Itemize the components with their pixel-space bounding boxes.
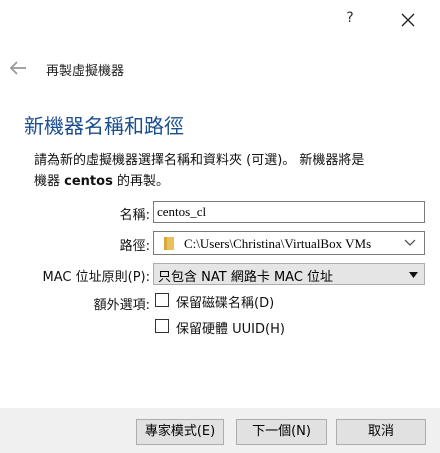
wizard-header: 再製虛擬機器 — [0, 52, 440, 84]
wizard-title: 再製虛擬機器 — [46, 64, 125, 79]
page-description: 請為新的虛擬機器選擇名稱和資料夾 (可選)。 新機器將是 機器 centos 的… — [34, 150, 424, 192]
keep-disk-names-label[interactable]: 保留磁碟名稱(D) — [176, 292, 274, 311]
close-icon — [401, 13, 415, 27]
keep-hardware-uuid-label[interactable]: 保留硬體 UUID(H) — [176, 318, 285, 337]
mac-policy-select[interactable]: 只包含 NAT 網路卡 MAC 位址 — [153, 263, 425, 285]
mac-policy-label: MAC 位址原則(P): — [42, 270, 150, 285]
chevron-down-icon[interactable] — [404, 239, 416, 247]
name-field[interactable]: centos_cl — [153, 201, 425, 223]
description-machine-name: centos — [64, 174, 113, 189]
keep-hardware-uuid-checkbox[interactable] — [155, 319, 169, 333]
keep-disk-names-checkbox[interactable] — [155, 293, 169, 307]
mac-policy-value: 只包含 NAT 網路卡 MAC 位址 — [158, 270, 334, 285]
back-arrow-icon[interactable] — [8, 59, 28, 77]
description-line-2: 機器 centos 的再製。 — [34, 171, 424, 192]
expert-mode-button[interactable]: 專家模式(E) — [136, 419, 224, 445]
next-button[interactable]: 下一個(N) — [236, 419, 327, 445]
description-line-1: 請為新的虛擬機器選擇名稱和資料夾 (可選)。 新機器將是 — [34, 153, 365, 168]
path-combobox[interactable]: C:\Users\Christina\VirtualBox VMs — [153, 231, 425, 255]
cancel-button[interactable]: 取消 — [336, 419, 426, 445]
description-suffix: 的再製。 — [112, 174, 169, 189]
folder-icon — [164, 237, 174, 250]
name-label: 名稱: — [119, 208, 150, 223]
help-button[interactable]: ? — [338, 10, 362, 30]
extra-options-label: 額外選項: — [93, 298, 150, 313]
close-button[interactable] — [394, 8, 420, 32]
page-heading: 新機器名稱和路徑 — [24, 114, 184, 138]
caret-down-icon — [409, 272, 418, 278]
path-label: 路徑: — [119, 239, 150, 254]
button-bar: 專家模式(E) 下一個(N) 取消 — [0, 408, 440, 453]
title-bar: ? — [0, 0, 440, 40]
description-prefix: 機器 — [34, 174, 65, 189]
path-value: C:\Users\Christina\VirtualBox VMs — [184, 236, 372, 251]
